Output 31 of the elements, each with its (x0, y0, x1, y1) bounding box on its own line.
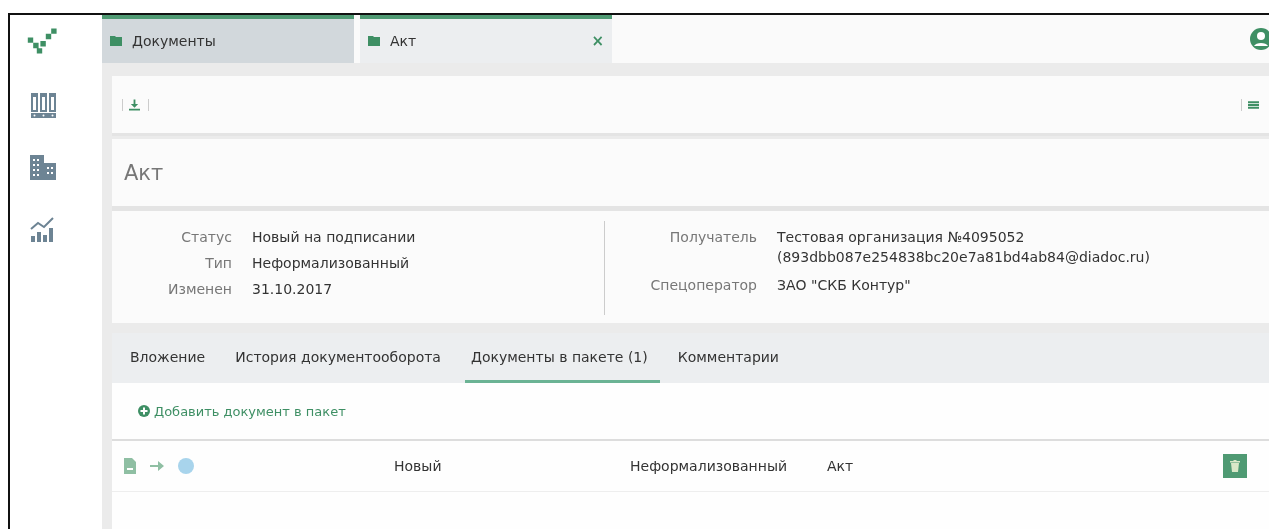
window-tab[interactable]: Акт × (360, 15, 612, 63)
trash-icon (1230, 460, 1240, 472)
field-label: Получатель (668, 229, 757, 247)
field-value: Тестовая организация №4095052 (777, 229, 1026, 245)
table-cell-text: Новый (394, 458, 443, 474)
field-value: (893dbb087e254838bc20e7a81bd4ab84@diadoc.ru) (777, 249, 1150, 265)
field-value: ЗАО "СКБ Контур" (777, 277, 912, 293)
table-cell: Акт (827, 458, 854, 474)
window-tab[interactable]: Документы (102, 15, 354, 63)
folder-icon (368, 36, 380, 46)
delete-button[interactable] (1223, 454, 1247, 478)
field-label: Тип (204, 255, 232, 271)
section-tab[interactable]: История документооборота (229, 333, 453, 383)
field-value: Новый на подписании (252, 229, 417, 245)
add-document-link[interactable]: Добавить документ в пакет (138, 403, 346, 419)
table-cell-text: Неформализованный (630, 458, 789, 474)
field-value: Неформализованный (252, 255, 411, 271)
field-value: 31.10.2017 (252, 281, 334, 297)
folder-icon (110, 36, 122, 46)
field-label: Изменен (167, 281, 232, 297)
field-label: Статус (180, 229, 232, 245)
section-tab[interactable]: Комментарии (671, 333, 791, 383)
field-label: Спецоператор (649, 277, 757, 293)
user-icon[interactable] (1249, 27, 1269, 51)
arrow-icon (150, 460, 164, 472)
section-tab[interactable]: Вложение (124, 333, 218, 383)
plus-icon (138, 405, 150, 417)
menu-icon[interactable] (1241, 98, 1259, 111)
download-icon[interactable] (122, 98, 149, 111)
document-icon (124, 458, 136, 474)
document-title: Акт (124, 160, 164, 185)
